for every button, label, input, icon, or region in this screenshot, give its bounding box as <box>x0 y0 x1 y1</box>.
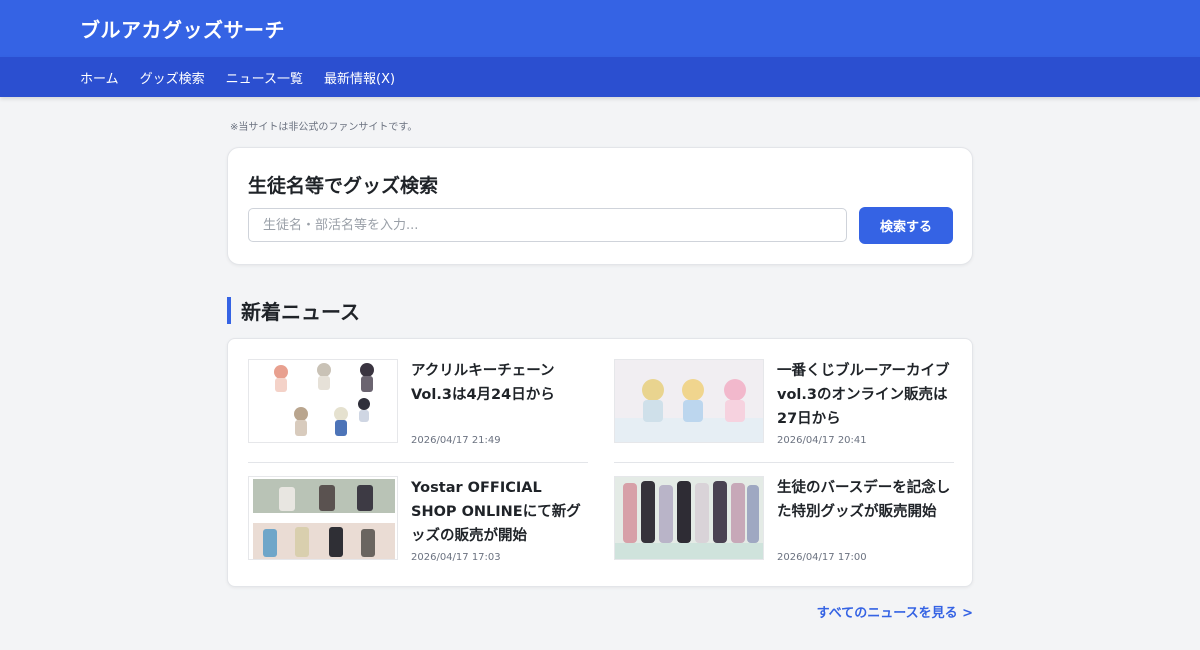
all-news-link[interactable]: すべてのニュースを見る > <box>817 602 973 621</box>
nav-item-home[interactable]: ホーム <box>80 68 119 87</box>
news-item[interactable]: Yostar OFFICIAL SHOP ONLINEにて新グッズの販売が開始 … <box>248 476 589 563</box>
main-nav: ホーム グッズ検索 ニュース一覧 最新情報(X) <box>0 57 1200 97</box>
news-title[interactable]: 生徒のバースデーを記念した特別グッズが販売開始 <box>777 476 955 524</box>
news-date: 2026/04/17 21:49 <box>411 435 501 446</box>
news-thumbnail[interactable] <box>248 359 398 443</box>
search-button[interactable]: 検索する <box>859 207 953 244</box>
header-bar: ブルアカグッズサーチ <box>0 0 1200 57</box>
news-date: 2026/04/17 20:41 <box>777 435 867 446</box>
news-card: アクリルキーチェーンVol.3は4月24日から 2026/04/17 21:49… <box>227 338 973 587</box>
news-thumbnail[interactable] <box>248 476 398 560</box>
news-title[interactable]: Yostar OFFICIAL SHOP ONLINEにて新グッズの販売が開始 <box>411 476 589 548</box>
site-header: ブルアカグッズサーチ ホーム グッズ検索 ニュース一覧 最新情報(X) <box>0 0 1200 97</box>
news-item[interactable]: 一番くじブルーアーカイブvol.3のオンライン販売は27日から 2026/04/… <box>614 359 955 446</box>
news-title[interactable]: アクリルキーチェーンVol.3は4月24日から <box>411 359 589 407</box>
nav-item-news-list[interactable]: ニュース一覧 <box>226 68 303 87</box>
nav-item-latest-x[interactable]: 最新情報(X) <box>324 68 395 87</box>
search-input[interactable] <box>248 208 847 242</box>
news-title[interactable]: 一番くじブルーアーカイブvol.3のオンライン販売は27日から <box>777 359 955 431</box>
search-title: 生徒名等でグッズ検索 <box>248 175 439 197</box>
news-item[interactable]: 生徒のバースデーを記念した特別グッズが販売開始 2026/04/17 17:00 <box>614 476 955 563</box>
nav-item-goods-search[interactable]: グッズ検索 <box>140 68 205 87</box>
site-title[interactable]: ブルアカグッズサーチ <box>80 14 285 43</box>
news-date: 2026/04/17 17:00 <box>777 552 867 563</box>
news-thumbnail[interactable] <box>614 476 764 560</box>
search-card: 生徒名等でグッズ検索 検索する <box>227 147 973 265</box>
news-item[interactable]: アクリルキーチェーンVol.3は4月24日から 2026/04/17 21:49 <box>248 359 589 446</box>
news-thumbnail[interactable] <box>614 359 764 443</box>
news-divider <box>248 462 588 463</box>
news-date: 2026/04/17 17:03 <box>411 552 501 563</box>
unofficial-notice: ※当サイトは非公式のファンサイトです。 <box>230 122 418 133</box>
news-divider <box>614 462 954 463</box>
news-section-heading: 新着ニュース <box>227 297 360 324</box>
